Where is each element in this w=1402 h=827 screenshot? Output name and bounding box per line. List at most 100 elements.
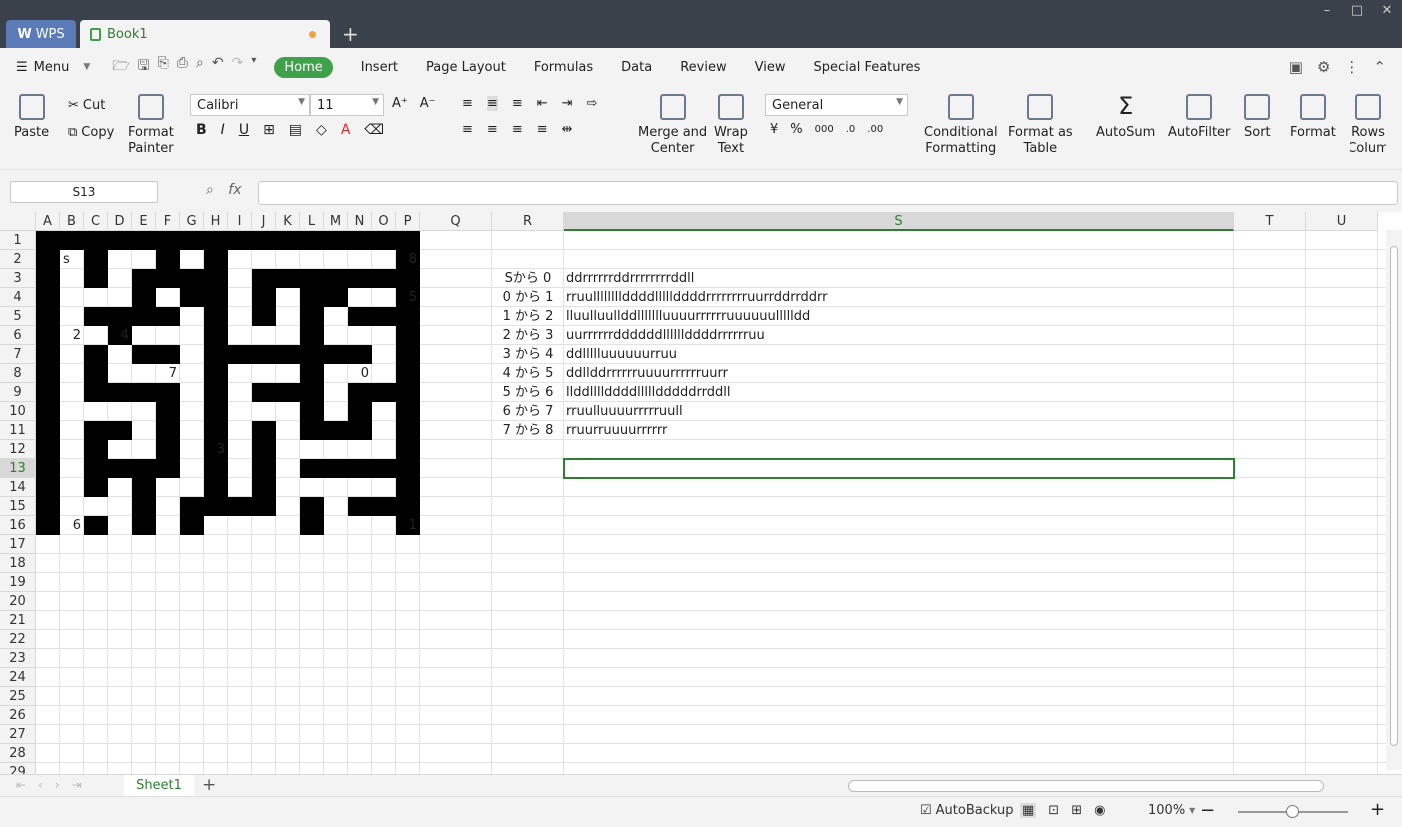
font-color-icon[interactable]: A bbox=[341, 122, 351, 138]
vertical-scrollbar[interactable] bbox=[1386, 230, 1402, 770]
page-break-view-icon[interactable]: ⊡ bbox=[1048, 803, 1059, 818]
align-right-icon[interactable]: ≡ bbox=[512, 122, 523, 137]
row-header-12[interactable]: 12 bbox=[0, 440, 36, 459]
fill-color-icon[interactable]: ◇ bbox=[316, 122, 327, 138]
distributed-icon[interactable]: ⇹ bbox=[562, 122, 573, 137]
print-preview-icon[interactable]: ⌕ bbox=[196, 55, 204, 79]
column-header-o[interactable]: O bbox=[372, 212, 396, 231]
number-format-select[interactable]: General ▼ bbox=[765, 94, 908, 116]
wps-app-tab[interactable]: W WPS bbox=[6, 20, 76, 48]
row-header-11[interactable]: 11 bbox=[0, 421, 36, 440]
decrease-decimal-icon[interactable]: .00 bbox=[867, 124, 883, 135]
column-header-j[interactable]: J bbox=[252, 212, 276, 231]
row-header-7[interactable]: 7 bbox=[0, 345, 36, 364]
conditional-formatting-button[interactable]: Conditional Formatting bbox=[924, 94, 998, 158]
column-header-e[interactable]: E bbox=[132, 212, 156, 231]
percent-icon[interactable]: % bbox=[790, 122, 802, 137]
format-as-table-button[interactable]: Format as Table bbox=[1008, 94, 1073, 158]
row-header-19[interactable]: 19 bbox=[0, 573, 36, 592]
merge-center-button[interactable]: Merge and Center bbox=[638, 94, 707, 158]
row-header-6[interactable]: 6 bbox=[0, 326, 36, 345]
row-header-16[interactable]: 16 bbox=[0, 516, 36, 535]
row-header-22[interactable]: 22 bbox=[0, 630, 36, 649]
row-header-5[interactable]: 5 bbox=[0, 307, 36, 326]
row-header-10[interactable]: 10 bbox=[0, 402, 36, 421]
zoom-slider[interactable] bbox=[1238, 805, 1348, 818]
increase-decimal-icon[interactable]: .0 bbox=[846, 124, 856, 135]
zoom-icon[interactable]: ⌕ bbox=[206, 182, 214, 198]
column-header-c[interactable]: C bbox=[84, 212, 108, 231]
font-name-select[interactable]: Calibri ▼ bbox=[190, 94, 310, 116]
decrease-font-icon[interactable]: A⁻ bbox=[420, 96, 436, 111]
decrease-indent-icon[interactable]: ⇤ bbox=[537, 96, 548, 111]
column-header-m[interactable]: M bbox=[324, 212, 348, 231]
column-header-u[interactable]: U bbox=[1306, 212, 1378, 231]
column-header-r[interactable]: R bbox=[492, 212, 564, 231]
cell-style-icon[interactable]: ▤ bbox=[289, 122, 302, 138]
sort-button[interactable]: Sort bbox=[1244, 94, 1271, 142]
autobackup-button[interactable]: ☑ AutoBackup bbox=[920, 803, 1014, 818]
tab-data[interactable]: Data bbox=[621, 60, 652, 75]
column-header-n[interactable]: N bbox=[348, 212, 372, 231]
autosum-button[interactable]: Σ AutoSum bbox=[1096, 94, 1155, 142]
document-tab[interactable]: Book1 bbox=[80, 20, 330, 48]
row-header-18[interactable]: 18 bbox=[0, 554, 36, 573]
zoom-slider-knob[interactable] bbox=[1286, 805, 1299, 818]
align-top-icon[interactable]: ≡ bbox=[462, 96, 473, 111]
row-header-3[interactable]: 3 bbox=[0, 269, 36, 288]
clear-icon[interactable]: ⌫ bbox=[364, 122, 384, 138]
font-size-select[interactable]: 11 ▼ bbox=[310, 94, 384, 116]
tab-special-features[interactable]: Special Features bbox=[813, 60, 920, 75]
read-mode-icon[interactable]: ▣ bbox=[1289, 58, 1303, 76]
selected-cell[interactable] bbox=[563, 458, 1235, 479]
tab-page-layout[interactable]: Page Layout bbox=[426, 60, 506, 75]
justify-icon[interactable]: ≡ bbox=[537, 122, 548, 137]
row-header-23[interactable]: 23 bbox=[0, 649, 36, 668]
align-left-icon[interactable]: ≡ bbox=[462, 122, 473, 137]
column-header-f[interactable]: F bbox=[156, 212, 180, 231]
close-button[interactable]: ✕ bbox=[1372, 0, 1402, 20]
sheet-tab-sheet1[interactable]: Sheet1 bbox=[124, 775, 194, 797]
wrap-text-button[interactable]: Wrap Text bbox=[714, 94, 748, 158]
row-header-9[interactable]: 9 bbox=[0, 383, 36, 402]
fx-icon[interactable]: fx bbox=[228, 182, 241, 198]
tab-insert[interactable]: Insert bbox=[361, 60, 398, 75]
border-icon[interactable]: ⊞ bbox=[263, 122, 275, 138]
row-header-8[interactable]: 8 bbox=[0, 364, 36, 383]
collapse-ribbon-icon[interactable]: ⌃ bbox=[1373, 58, 1386, 76]
column-header-h[interactable]: H bbox=[204, 212, 228, 231]
thousands-icon[interactable]: 000 bbox=[815, 124, 834, 135]
main-menu-button[interactable]: ☰ Menu ▼ bbox=[16, 60, 90, 75]
column-header-l[interactable]: L bbox=[300, 212, 324, 231]
horizontal-scrollbar[interactable] bbox=[848, 780, 1324, 792]
italic-icon[interactable]: I bbox=[221, 122, 225, 138]
row-header-24[interactable]: 24 bbox=[0, 668, 36, 687]
select-all-corner[interactable] bbox=[0, 212, 36, 231]
row-header-25[interactable]: 25 bbox=[0, 687, 36, 706]
row-header-1[interactable]: 1 bbox=[0, 231, 36, 250]
format-button[interactable]: Format bbox=[1290, 94, 1336, 142]
add-sheet-button[interactable]: + bbox=[202, 775, 216, 795]
row-header-27[interactable]: 27 bbox=[0, 725, 36, 744]
column-header-q[interactable]: Q bbox=[420, 212, 492, 231]
align-middle-icon[interactable]: ≡ bbox=[486, 96, 498, 111]
redo-icon[interactable]: ↷ bbox=[232, 55, 244, 79]
column-header-s[interactable]: S bbox=[564, 212, 1234, 231]
tab-formulas[interactable]: Formulas bbox=[534, 60, 593, 75]
maximize-button[interactable]: □ bbox=[1342, 0, 1372, 20]
row-header-17[interactable]: 17 bbox=[0, 535, 36, 554]
paste-button[interactable]: Paste bbox=[14, 94, 49, 142]
save-icon[interactable]: 🖫 bbox=[138, 55, 150, 79]
sheet-nav-icons[interactable]: ⇤‹›⇥ bbox=[16, 778, 94, 792]
rows-columns-button[interactable]: Rows Colum bbox=[1350, 94, 1386, 158]
open-icon[interactable]: 🗁 bbox=[112, 55, 129, 79]
zoom-in-button[interactable]: + bbox=[1370, 799, 1385, 820]
underline-icon[interactable]: U bbox=[239, 122, 249, 138]
column-header-a[interactable]: A bbox=[36, 212, 60, 231]
spreadsheet-grid[interactable]: ABCDEFGHIJKLMNOPQRSTU 1 2 3 4 5 6 7 8 9 10 11 12 13 1… bbox=[0, 212, 1402, 774]
column-header-d[interactable]: D bbox=[108, 212, 132, 231]
copy-button[interactable]: ⧉ Copy bbox=[68, 125, 114, 140]
autofilter-button[interactable]: AutoFilter bbox=[1168, 94, 1230, 142]
export-icon[interactable]: ⎘ bbox=[158, 55, 169, 79]
column-header-p[interactable]: P bbox=[396, 212, 420, 231]
